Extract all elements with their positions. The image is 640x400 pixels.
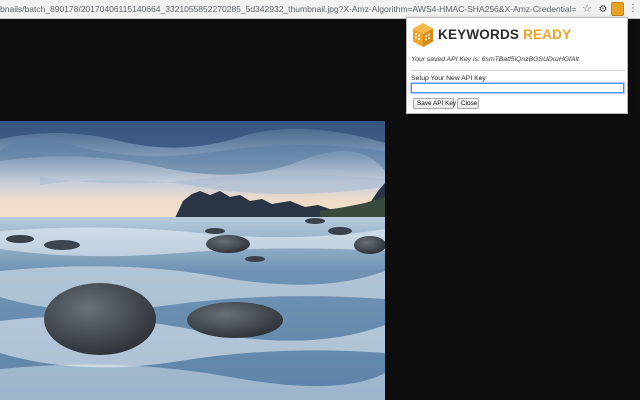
setup-api-key-label: Setup Your New API Key <box>411 75 486 82</box>
divider <box>411 70 625 71</box>
landscape-photo <box>0 121 385 400</box>
save-api-key-button[interactable]: Save API Key <box>413 98 456 109</box>
saved-api-key-text: Your saved API Key is: 6smTBatf5iQnzBGSU… <box>411 56 579 63</box>
photo-illustration <box>0 121 385 400</box>
brand-word-ready: READY <box>523 27 572 42</box>
keywords-ready-popup: KEYWORDS READY Your saved API Key is: 6s… <box>406 17 628 114</box>
cube-logo-icon <box>413 23 433 47</box>
close-button[interactable]: Close <box>457 98 479 109</box>
api-key-input[interactable] <box>411 83 624 93</box>
brand-title: KEYWORDS READY <box>438 27 571 43</box>
brand-word-keywords: KEYWORDS <box>438 27 520 42</box>
kebab-menu-icon[interactable]: ⋮ <box>628 0 638 19</box>
extension-icon[interactable] <box>611 2 624 16</box>
